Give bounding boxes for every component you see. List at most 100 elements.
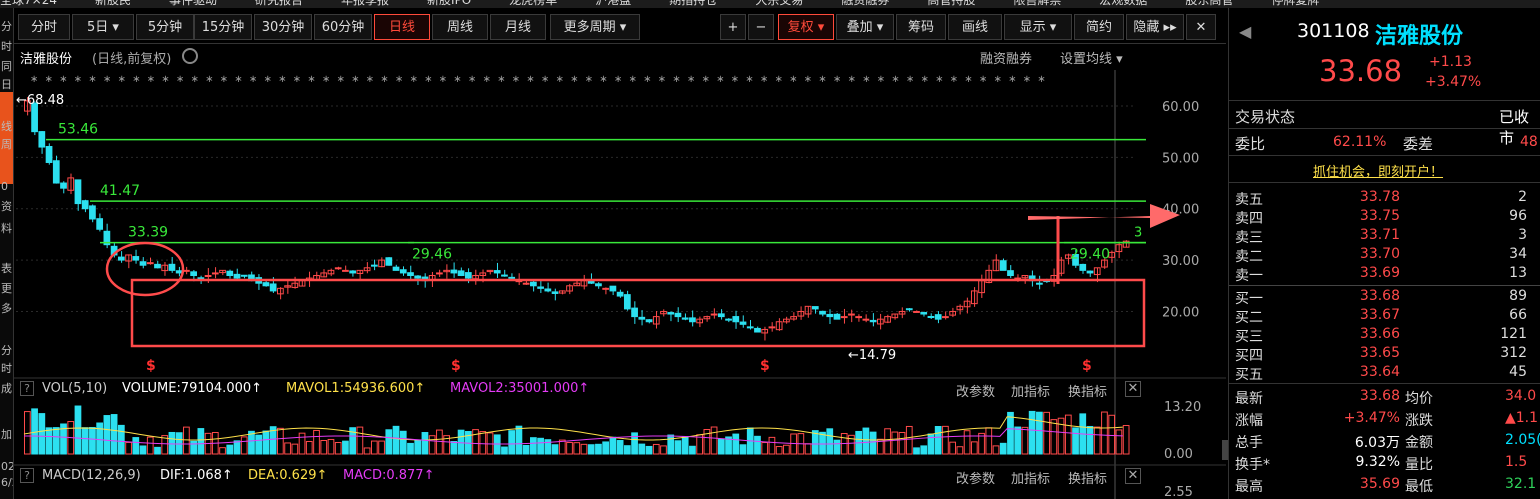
close-icon[interactable]: ✕ (1125, 468, 1141, 484)
toolbar-button[interactable]: − (748, 14, 774, 40)
left-strip-label[interactable]: 分 (1, 20, 13, 33)
top-nav-item[interactable]: 事件驱动 (169, 0, 217, 8)
top-nav-item[interactable]: 高管持股 (927, 0, 975, 8)
stat-label: 总手 (1235, 435, 1263, 451)
candle (226, 270, 234, 277)
top-nav-item[interactable]: 股东高管 (1185, 0, 1233, 8)
toolbar-button[interactable]: 显示 ▾ (1004, 14, 1072, 40)
toolbar-button[interactable]: ✕ (1186, 14, 1216, 40)
left-strip-label[interactable]: 资 (1, 200, 13, 213)
top-nav-item[interactable]: 宏观数据 (1099, 0, 1147, 8)
left-strip-label[interactable]: 同 (1, 60, 13, 73)
order-volume: 34 (1509, 246, 1527, 262)
order-price: 33.78 (1359, 189, 1400, 205)
candle (399, 269, 407, 274)
stat-row: 最高 35.69 最低 32.1 (1235, 476, 1540, 495)
top-nav-item[interactable]: 沪港盘 (595, 0, 631, 8)
top-nav-item[interactable]: 全球7×24 (0, 0, 57, 8)
top-nav-item[interactable]: 新股IPO (427, 0, 471, 8)
top-nav-item[interactable]: 停牌复牌 (1271, 0, 1319, 8)
event-mark: ∗ (497, 74, 505, 85)
period-button[interactable]: 周线 (432, 14, 488, 40)
event-mark: ∗ (629, 74, 637, 85)
left-strip-label[interactable]: 时 (1, 362, 13, 375)
vol-add-indicator-button[interactable]: 加指标 (1011, 381, 1050, 400)
event-mark: ∗ (964, 74, 972, 85)
order-price: 33.65 (1359, 345, 1400, 361)
volume-bar (573, 442, 581, 455)
period-button[interactable]: 5日 ▾ (72, 14, 134, 40)
top-nav-item[interactable]: 新股民 (95, 0, 131, 8)
gear-icon[interactable] (182, 48, 198, 64)
volume-bar (479, 431, 487, 455)
period-button[interactable]: 更多周期 ▾ (550, 14, 640, 40)
top-nav-item[interactable]: 研究报告 (255, 0, 303, 8)
volume-bar (472, 429, 479, 455)
left-strip-label[interactable]: 时 (1, 40, 13, 53)
toolbar-button[interactable]: 画线 (948, 14, 1002, 40)
top-nav-item[interactable]: 大宗交易 (755, 0, 803, 8)
y-tick-label: 30.00 (1162, 254, 1199, 269)
ma-settings-button[interactable]: 设置均线 ▾ (1060, 48, 1123, 67)
toolbar-button[interactable]: 隐藏 ▸▸ (1126, 14, 1184, 40)
margin-link[interactable]: 融资融券 (980, 48, 1032, 67)
left-strip-label[interactable]: 料 (1, 222, 13, 235)
toolbar-button[interactable]: 复权 ▾ (778, 14, 834, 40)
help-icon[interactable]: ? (20, 468, 34, 483)
left-strip-label[interactable]: 表 (1, 262, 13, 275)
left-strip-label[interactable]: 加 (1, 428, 13, 441)
price-chart[interactable]: 60.0050.0040.0030.0020.0053.4641.4733.39… (14, 70, 1226, 499)
macd-switch-indicator-button[interactable]: 换指标 (1068, 468, 1107, 487)
volume-bar (602, 441, 610, 455)
left-strip-label[interactable]: 多 (1, 302, 13, 315)
level-label: 29.40 (1070, 247, 1110, 263)
left-strip-label[interactable]: 周 (1, 138, 13, 151)
chart-subtitle: (日线,前复权) (92, 52, 172, 67)
period-button[interactable]: 30分钟 (254, 14, 312, 40)
toolbar-button[interactable]: + (720, 14, 746, 40)
vol-switch-indicator-button[interactable]: 换指标 (1068, 381, 1107, 400)
open-account-link[interactable]: 抓住机会，即刻开户！ (1313, 161, 1443, 180)
top-nav-item[interactable]: 期指持仓 (669, 0, 717, 8)
candle (493, 270, 501, 274)
toolbar-button[interactable]: 简约 (1074, 14, 1124, 40)
top-nav-item[interactable]: 年报季报 (341, 0, 389, 8)
left-strip-label[interactable]: 分 (1, 344, 13, 357)
period-button[interactable]: 5分钟 (136, 14, 194, 40)
left-strip-label[interactable]: 0 (1, 180, 13, 193)
candle (717, 313, 725, 318)
event-mark: ∗ (74, 74, 82, 85)
macd-edit-params-button[interactable]: 改参数 (956, 468, 995, 487)
toolbar-button[interactable]: 筹码 (896, 14, 946, 40)
period-button[interactable]: 月线 (490, 14, 546, 40)
volume-bar (1108, 414, 1116, 455)
top-nav-item[interactable]: 融资融券 (841, 0, 889, 8)
period-button[interactable]: 日线 (374, 14, 430, 40)
help-icon[interactable]: ? (20, 381, 34, 396)
left-strip-label[interactable]: 成 (1, 382, 13, 395)
period-button[interactable]: 60分钟 (314, 14, 372, 40)
panel-resize-handle[interactable] (1222, 440, 1228, 460)
collapse-arrow-icon[interactable]: ◀ (1239, 22, 1251, 41)
vol-edit-params-button[interactable]: 改参数 (956, 381, 995, 400)
volume-bar (558, 439, 566, 455)
period-button[interactable]: 15分钟 (194, 14, 252, 40)
volume-bar (1028, 410, 1036, 455)
period-button[interactable]: 分时 (18, 14, 70, 40)
top-nav-item[interactable]: 龙虎榜单 (509, 0, 557, 8)
candle (905, 308, 913, 311)
wei-bi-label: 委比 (1235, 135, 1266, 153)
volume-bar (710, 426, 718, 455)
close-icon[interactable]: ✕ (1125, 381, 1141, 397)
macd-add-indicator-button[interactable]: 加指标 (1011, 468, 1050, 487)
volume-bar (240, 436, 248, 455)
left-strip-label[interactable]: 日 (1, 78, 13, 91)
volume-bar (1101, 411, 1108, 455)
toolbar-button[interactable]: 叠加 ▾ (836, 14, 894, 40)
stat-label: 涨跌 (1405, 413, 1433, 429)
volume-bar (674, 440, 682, 455)
left-strip-label[interactable]: 更 (1, 282, 13, 295)
top-nav-item[interactable]: 限售解禁 (1013, 0, 1061, 8)
left-strip-label[interactable]: 线 (1, 120, 13, 133)
volume-bar (652, 443, 660, 455)
